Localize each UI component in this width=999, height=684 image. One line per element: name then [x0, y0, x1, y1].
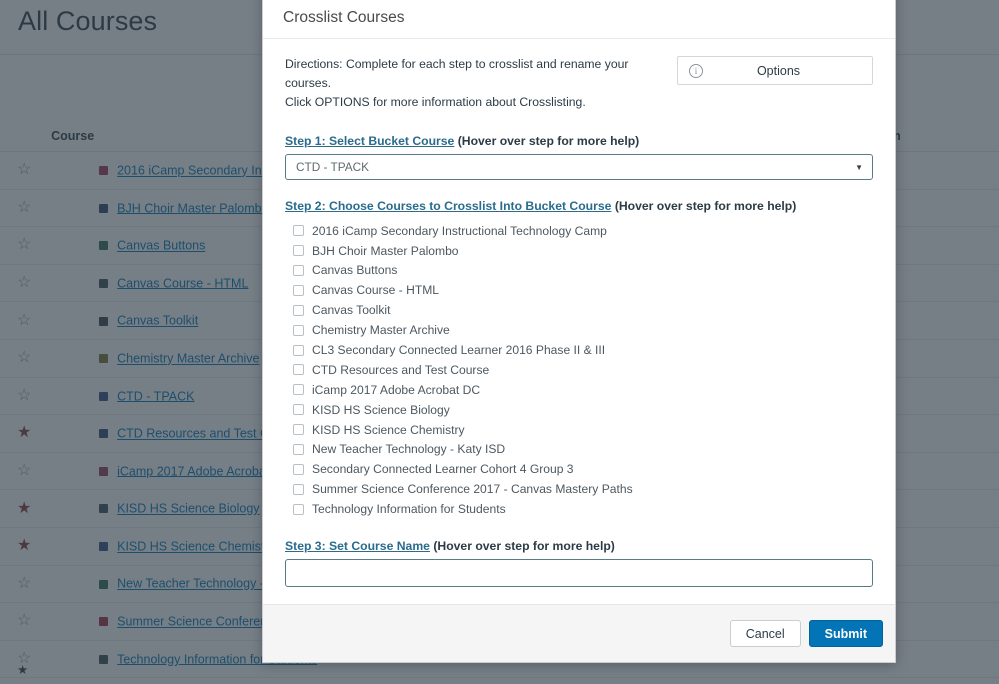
dialog-header: Crosslist Courses — [263, 0, 895, 39]
checkbox-icon[interactable] — [293, 245, 304, 257]
crosslist-course-option[interactable]: Secondary Connected Learner Cohort 4 Gro… — [293, 459, 873, 479]
crosslist-course-option[interactable]: CTD Resources and Test Course — [293, 360, 873, 380]
crosslist-course-option[interactable]: Chemistry Master Archive — [293, 320, 873, 340]
crosslist-course-option-label: Secondary Connected Learner Cohort 4 Gro… — [312, 462, 574, 477]
checkbox-icon[interactable] — [293, 404, 304, 416]
crosslist-course-option-label: CL3 Secondary Connected Learner 2016 Pha… — [312, 343, 606, 357]
crosslist-course-option[interactable]: Technology Information for Students — [293, 499, 873, 519]
step-3-label: Step 3: Set Course Name (Hover over step… — [285, 539, 873, 553]
checkbox-icon[interactable] — [293, 483, 304, 495]
step-1-label: Step 1: Select Bucket Course (Hover over… — [285, 134, 873, 148]
crosslist-course-option-label: BJH Choir Master Palombo — [312, 243, 459, 258]
info-circle-icon: i — [689, 63, 703, 78]
options-button[interactable]: i Options — [677, 56, 873, 85]
step-1-hint: (Hover over step for more help) — [457, 133, 640, 148]
crosslist-course-option[interactable]: Canvas Course - HTML — [293, 280, 873, 300]
crosslist-course-option-label: 2016 iCamp Secondary Instructional Techn… — [312, 223, 607, 238]
checkbox-icon[interactable] — [293, 264, 304, 276]
dialog-title: Crosslist Courses — [283, 9, 405, 26]
crosslist-courses-dialog: Crosslist Courses Directions: Complete f… — [262, 0, 896, 663]
step-2-hint: (Hover over step for more help) — [614, 198, 797, 213]
checkbox-icon[interactable] — [293, 344, 304, 356]
checkbox-icon[interactable] — [293, 384, 304, 396]
cancel-button[interactable]: Cancel — [729, 620, 801, 647]
crosslist-course-option[interactable]: CL3 Secondary Connected Learner 2016 Pha… — [293, 340, 873, 360]
crosslist-course-option[interactable]: iCamp 2017 Adobe Acrobat DC — [293, 380, 873, 400]
crosslist-course-option-label: Technology Information for Students — [312, 502, 506, 517]
crosslist-course-option[interactable]: 2016 iCamp Secondary Instructional Techn… — [293, 221, 873, 241]
step-3-hint: (Hover over step for more help) — [433, 539, 615, 554]
crosslist-course-option[interactable]: KISD HS Science Chemistry — [293, 420, 873, 440]
crosslist-course-option-label: CTD Resources and Test Course — [312, 362, 490, 377]
submit-button[interactable]: Submit — [808, 620, 883, 647]
crosslist-course-option[interactable]: New Teacher Technology - Katy ISD — [293, 440, 873, 460]
step-1-link[interactable]: Step 1: Select Bucket Course — [285, 134, 454, 148]
crosslist-course-checkbox-list: 2016 iCamp Secondary Instructional Techn… — [293, 221, 873, 519]
dialog-footer: Cancel Submit — [263, 604, 895, 662]
checkbox-icon[interactable] — [293, 463, 304, 475]
crosslist-course-option-label: Summer Science Conference 2017 - Canvas … — [312, 482, 633, 497]
crosslist-course-option[interactable]: Canvas Buttons — [293, 261, 873, 281]
chevron-down-icon: ▼ — [855, 162, 863, 172]
step-2-link[interactable]: Step 2: Choose Courses to Crosslist Into… — [285, 199, 611, 213]
directions-line-2: Click OPTIONS for more information about… — [285, 94, 586, 109]
checkbox-icon[interactable] — [293, 364, 304, 376]
crosslist-course-option-label: KISD HS Science Chemistry — [312, 422, 465, 437]
step-2-label: Step 2: Choose Courses to Crosslist Into… — [285, 199, 873, 213]
step-3-link[interactable]: Step 3: Set Course Name — [285, 539, 430, 553]
checkbox-icon[interactable] — [293, 284, 304, 296]
crosslist-course-option-label: KISD HS Science Biology — [312, 402, 450, 417]
crosslist-course-option-label: Chemistry Master Archive — [312, 323, 450, 338]
crosslist-course-option[interactable]: BJH Choir Master Palombo — [293, 241, 873, 261]
checkbox-icon[interactable] — [293, 424, 304, 436]
checkbox-icon[interactable] — [293, 503, 304, 515]
bucket-course-selected-value: CTD - TPACK — [296, 159, 369, 174]
crosslist-course-option[interactable]: KISD HS Science Biology — [293, 400, 873, 420]
checkbox-icon[interactable] — [293, 225, 304, 237]
directions-row: Directions: Complete for each step to cr… — [285, 55, 873, 112]
directions-text: Directions: Complete for each step to cr… — [285, 55, 677, 112]
crosslist-course-option[interactable]: Summer Science Conference 2017 - Canvas … — [293, 479, 873, 499]
options-button-label: Options — [756, 63, 801, 78]
bucket-course-select[interactable]: CTD - TPACK ▼ — [285, 153, 873, 180]
checkbox-icon[interactable] — [293, 304, 304, 316]
dialog-body: Directions: Complete for each step to cr… — [263, 39, 895, 604]
checkbox-icon[interactable] — [293, 324, 304, 336]
crosslist-course-option-label: iCamp 2017 Adobe Acrobat DC — [312, 382, 481, 397]
crosslist-course-option-label: Canvas Buttons — [312, 263, 398, 278]
directions-line-1: Directions: Complete for each step to cr… — [285, 57, 629, 90]
crosslist-course-option-label: Canvas Toolkit — [312, 303, 391, 318]
crosslist-course-option[interactable]: Canvas Toolkit — [293, 300, 873, 320]
crosslist-course-option-label: Canvas Course - HTML — [312, 283, 440, 298]
checkbox-icon[interactable] — [293, 443, 304, 455]
crosslist-course-option-label: New Teacher Technology - Katy ISD — [312, 442, 506, 457]
course-name-input[interactable] — [285, 559, 873, 588]
